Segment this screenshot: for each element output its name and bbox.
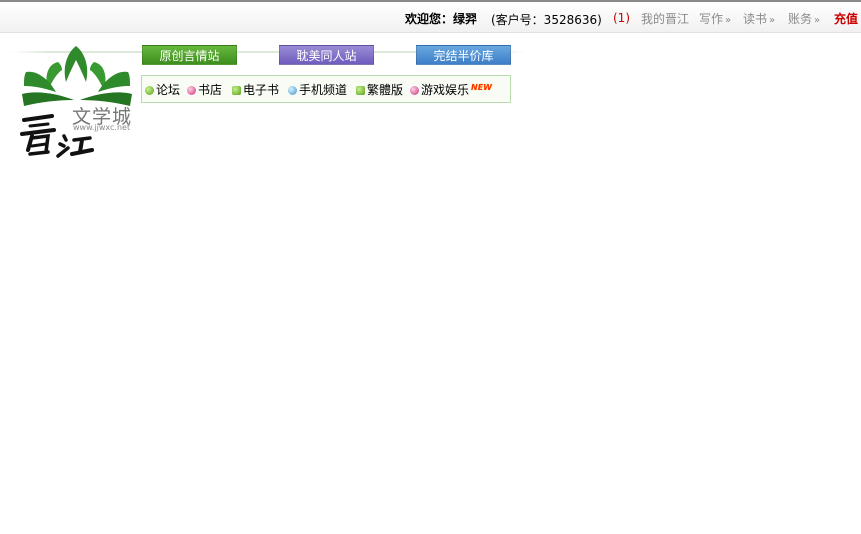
reading-link[interactable]: 读书» [743, 10, 775, 27]
site-logo[interactable]: 文学城 www.jjwxc.net [18, 42, 136, 160]
channel-traditional[interactable]: 繁體版 [356, 81, 403, 98]
green-dot-icon [145, 86, 154, 95]
green-square-icon [232, 86, 241, 95]
top-bar: 欢迎您：绿羿 (客户号：3528636) (1) 我的晋江 写作» 读书» 账务… [0, 0, 861, 33]
channel-traditional-label: 繁體版 [367, 83, 404, 97]
channel-ebook[interactable]: 电子书 [232, 81, 279, 98]
recharge-link[interactable]: 充值 [834, 10, 858, 27]
channel-ebook-label: 电子书 [243, 83, 280, 97]
customer-id: (客户号：3528636) [491, 13, 602, 27]
my-jinjiang-label: 我的晋江 [641, 12, 690, 26]
tab-danmei-fanfic[interactable]: 耽美同人站 [279, 45, 374, 65]
logo-domain-text: www.jjwxc.net [73, 123, 131, 132]
channel-mobile-label: 手机频道 [299, 83, 348, 97]
my-jinjiang-link[interactable]: 我的晋江 [641, 10, 689, 27]
green-square-icon [356, 86, 365, 95]
channel-mobile[interactable]: 手机频道 [288, 81, 347, 98]
writing-arrow-icon: » [725, 15, 732, 26]
channel-bookstore[interactable]: 书店 [187, 81, 222, 98]
username[interactable]: 绿羿 [453, 12, 477, 26]
welcome-prefix: 欢迎您： [405, 12, 454, 26]
channel-games[interactable]: 游戏娱乐 NEW [410, 81, 492, 98]
blue-dot-icon [288, 86, 297, 95]
writing-label: 写作 [699, 12, 724, 26]
channel-games-label: 游戏娱乐 [421, 83, 470, 97]
tab-completed-half-price[interactable]: 完结半价库 [416, 45, 511, 65]
channel-bookstore-label: 书店 [198, 83, 223, 97]
pink-dot-icon [410, 86, 419, 95]
reading-arrow-icon: » [769, 15, 776, 26]
reading-label: 读书 [743, 12, 768, 26]
channel-forum-label: 论坛 [156, 83, 181, 97]
writing-link[interactable]: 写作» [699, 10, 731, 27]
logo-leaves-icon [20, 46, 132, 158]
channel-bar: 论坛 书店 电子书 手机频道 繁體版 游戏娱乐 NEW [141, 75, 511, 103]
account-link[interactable]: 账务» [788, 10, 820, 27]
pink-dot-icon [187, 86, 196, 95]
welcome-text: 欢迎您：绿羿 [405, 10, 477, 27]
account-arrow-icon: » [814, 15, 821, 26]
tab-original-romance[interactable]: 原创言情站 [142, 45, 237, 65]
account-label: 账务 [788, 12, 813, 26]
channel-forum[interactable]: 论坛 [145, 81, 180, 98]
new-badge: NEW [471, 83, 492, 92]
message-count[interactable]: (1) [613, 11, 630, 25]
